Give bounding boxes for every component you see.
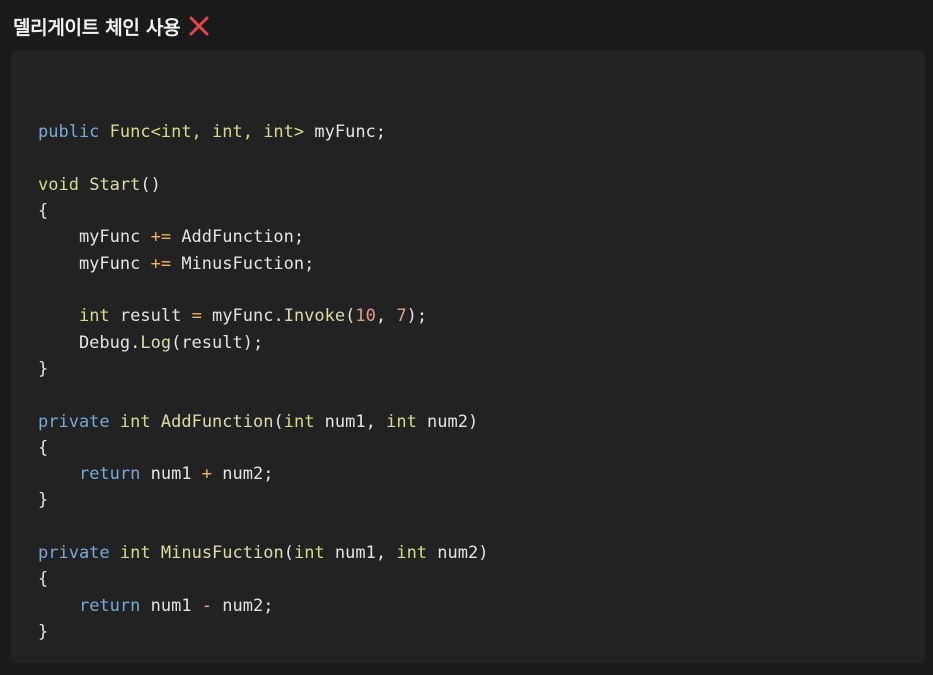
code-token-plain: }	[38, 490, 49, 511]
code-line: private int MinusFuction(int num1, int n…	[38, 540, 488, 566]
code-block: public Func<int, int, int> myFunc; void S…	[11, 50, 925, 663]
code-token-plain: {	[38, 437, 49, 458]
code-token-plain: (	[345, 306, 356, 327]
code-token-keyword: private	[38, 411, 110, 432]
page-title-text: 델리게이트 체인 사용	[13, 16, 181, 39]
code-line: return num1 - num2;	[38, 593, 488, 619]
code-token-plain: num1,	[324, 543, 397, 564]
code-token-plain: num2)	[416, 411, 479, 432]
code-token-plain: myFunc.	[201, 306, 284, 327]
code-line: int result = myFunc.Invoke(10, 7);	[38, 303, 488, 329]
code-token-plain: num2;	[212, 464, 274, 485]
code-token-type: int	[283, 411, 315, 432]
code-line: {	[38, 435, 488, 461]
code-token-plain: ,	[375, 306, 397, 327]
code-token-operator: +	[201, 464, 213, 485]
code-token-operator: =	[191, 306, 202, 327]
code-token-func: Log	[140, 332, 172, 353]
code-token-number: 7	[396, 306, 407, 327]
code-token-plain: myFunc	[38, 227, 151, 248]
code-token-plain: num1,	[314, 411, 387, 432]
code-line: myFunc += AddFunction;	[38, 224, 488, 250]
code-token-func: AddFunction	[160, 411, 274, 432]
code-token-plain: );	[406, 306, 428, 327]
code-token-plain: num2;	[212, 595, 274, 616]
code-token-plain: num1	[140, 464, 202, 485]
code-token-plain: ()	[140, 174, 161, 195]
code-token-plain: num2)	[427, 543, 489, 564]
code-token-number: 10	[355, 306, 376, 327]
code-token-plain: num1	[140, 595, 202, 616]
code-token-plain: Debug.	[38, 332, 141, 353]
code-token-type: int	[386, 411, 417, 432]
code-line: public Func<int, int, int> myFunc;	[38, 119, 488, 145]
code-line: {	[38, 198, 488, 224]
code-line: }	[38, 356, 488, 382]
code-token-plain: MinusFuction;	[171, 253, 315, 274]
code-line: }	[38, 487, 488, 513]
code-token-plain: myFunc	[38, 253, 151, 274]
code-token-func: Invoke	[283, 306, 346, 327]
code-token-type: int	[78, 306, 110, 327]
code-content: public Func<int, int, int> myFunc; void S…	[38, 93, 488, 645]
code-token-type: int	[119, 411, 151, 432]
code-line: }	[38, 619, 488, 645]
code-line: void Start()	[38, 172, 488, 198]
code-token-plain: {	[38, 569, 49, 590]
close-icon	[189, 16, 209, 36]
code-token-type: int	[293, 543, 325, 564]
code-token-plain: result	[109, 306, 192, 327]
code-line: Debug.Log(result);	[38, 330, 488, 356]
code-token-operator: +=	[150, 227, 172, 248]
code-token-keyword: public	[38, 122, 100, 143]
code-token-plain: {	[38, 201, 49, 222]
code-token-func: Start	[89, 174, 141, 195]
code-token-type: void	[38, 174, 79, 195]
code-line: return num1 + num2;	[38, 461, 488, 487]
code-token-plain: AddFunction;	[171, 227, 305, 248]
code-line: myFunc += MinusFuction;	[38, 251, 488, 277]
code-token-keyword: private	[38, 543, 110, 564]
code-token-operator: +=	[150, 253, 172, 274]
page-title: 델리게이트 체인 사용	[13, 9, 210, 43]
code-token-plain: (	[273, 411, 284, 432]
page: 델리게이트 체인 사용 public Func<int, int, int> m…	[0, 0, 933, 675]
code-token-plain: myFunc;	[304, 122, 387, 143]
code-token-operator: -	[201, 595, 213, 616]
code-token-type: int	[396, 543, 428, 564]
code-token-type: Func<int, int, int>	[109, 122, 305, 143]
code-token-keyword: return	[78, 464, 141, 485]
code-line: private int AddFunction(int num1, int nu…	[38, 409, 488, 435]
code-token-plain: (	[283, 543, 294, 564]
code-token-plain: (result);	[171, 332, 264, 353]
code-token-plain: }	[38, 621, 49, 642]
code-token-type: int	[119, 543, 151, 564]
code-token-plain: }	[38, 358, 49, 379]
code-token-func: MinusFuction	[160, 543, 284, 564]
code-token-keyword: return	[78, 595, 141, 616]
code-line: {	[38, 566, 488, 592]
